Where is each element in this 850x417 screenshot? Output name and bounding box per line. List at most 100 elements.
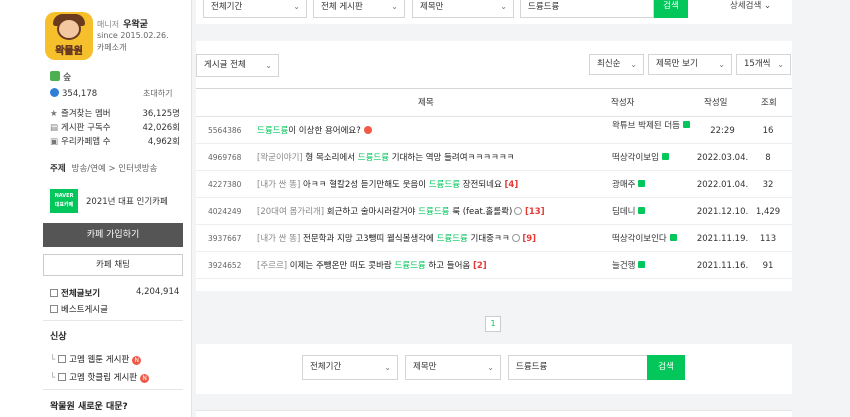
header-date: 작성일	[704, 98, 728, 108]
manager-name[interactable]: 우왁굳	[123, 20, 148, 30]
detail-search-link[interactable]: 상세검색 ⌄	[730, 0, 771, 18]
divider	[43, 389, 183, 390]
new-badge-icon: N	[132, 356, 142, 365]
invite-link[interactable]: 초대하기	[143, 88, 172, 99]
post-category: [20대여 몸가리개]	[257, 207, 325, 217]
best-board-link[interactable]: 베스트게시글	[50, 303, 108, 315]
theme-label: 주제	[50, 164, 66, 174]
post-views: 91	[762, 261, 774, 271]
member-level-icon	[638, 261, 646, 268]
author-name: 떡상각이보인다	[612, 234, 667, 244]
all-posts-link[interactable]: 전체글보기 4,204,914	[50, 287, 179, 299]
bottom-search-button[interactable]: 검색	[647, 355, 685, 380]
post-title[interactable]: [20대여 몸가리개] 회근하고 술마시러갈거야 드륭드륭 룩 (feat.홀롤…	[257, 199, 545, 225]
post-title-pre: 형 목소리에서	[302, 153, 358, 163]
next-section-edge	[196, 410, 792, 417]
post-title-rest: 이 이상한 용어에요?	[288, 126, 361, 136]
app-icon: ▣	[50, 137, 59, 147]
view-value: 제목만 보기	[656, 59, 698, 69]
post-highlight: 드륭드륭	[428, 180, 461, 190]
bottom-search-bar: 전체기간 ⌄ 제목만 ⌄ 드륭드륭 검색	[196, 344, 792, 394]
post-category: [주르르]	[257, 261, 288, 271]
view-select[interactable]: 제목만 보기 ⌄	[648, 54, 732, 75]
chevron-down-icon: ⌄	[391, 2, 398, 11]
comment-count[interactable]: [4]	[505, 180, 519, 190]
post-author[interactable]: 광매주	[612, 172, 646, 198]
fav-label: 즐겨찾는 멤버	[61, 109, 111, 119]
table-row[interactable]: 4227380 [내가 싼 똥] 아ㅋㅋ 혈칼2성 듣기만해도 웃음이 드륭드륭…	[196, 172, 792, 198]
cafe-intro-link[interactable]: 카페소개	[97, 42, 126, 53]
table-row[interactable]: 5564386 드륭드륭이 이상한 용어에요? 왁튜브 박제된 더듬 22:29…	[196, 118, 792, 144]
manager-label: 매니저	[97, 20, 120, 29]
app-stat: ▣ 우리카페앱 수 4,962회	[50, 135, 180, 147]
post-author[interactable]: 딤데니	[612, 199, 646, 225]
post-title-rest: 하고 들어옴	[425, 261, 471, 271]
tree-branch-icon: └	[50, 373, 56, 383]
post-filter-select[interactable]: 게시글 전체 ⌄	[196, 54, 279, 77]
header-views: 조회	[761, 98, 777, 108]
top-search-input[interactable]: 드륭드륭	[520, 0, 654, 18]
post-title-pre: 아ㅋㅋ 혈칼2성 듣기만해도 웃음이	[300, 180, 429, 190]
post-title[interactable]: [주르르] 이제는 주뺑온만 떠도 콧바람 드륭드륭 하고 들어옴 [2]	[257, 253, 487, 279]
table-row[interactable]: 4969768 [왁굳이야기] 형 목소리에서 드륭드륭 기대하는 역망 들려여…	[196, 145, 792, 171]
members-icon	[50, 88, 59, 97]
table-row[interactable]: 4024249 [20대여 몸가리개] 회근하고 술마시러갈거야 드륭드륭 룩 …	[196, 199, 792, 225]
page-1-link[interactable]: 1	[485, 316, 501, 332]
post-author[interactable]: 늘건행	[612, 253, 646, 279]
chevron-down-icon: ⌄	[384, 363, 391, 372]
board-select[interactable]: 전체 게시판 ⌄	[313, 0, 405, 18]
top-search-button[interactable]: 검색	[654, 0, 688, 18]
app-label: 우리카페앱 수	[61, 137, 111, 147]
per-page-select[interactable]: 15개씩 ⌄	[736, 54, 791, 75]
comment-count[interactable]: [13]	[525, 207, 545, 217]
post-author[interactable]: 떡상각이보임	[612, 145, 669, 171]
period-select[interactable]: 전체기간 ⌄	[203, 0, 307, 18]
post-views: 1,429	[755, 207, 781, 217]
post-number: 5564386	[208, 126, 242, 135]
author-name: 떡상각이보임	[612, 153, 659, 163]
scope-select[interactable]: 제목만 ⌄	[412, 0, 514, 18]
post-author[interactable]: 떡상각이보인다	[612, 226, 677, 252]
post-author[interactable]: 왁튜브 박제된 더듬	[612, 121, 692, 131]
join-cafe-button[interactable]: 카페 가입하기	[43, 223, 183, 247]
all-posts-label: 전체글보기	[61, 289, 101, 299]
period-value: 전체기간	[211, 2, 243, 12]
cafe-chat-button[interactable]: 카페 채팅	[43, 254, 183, 276]
badge-line2: 대표카페	[54, 202, 74, 208]
award-text: 2021년 대표 인기카페	[86, 197, 168, 207]
scope-value: 제목만	[420, 2, 444, 12]
naver-award-badge: NAVER 대표카페	[50, 189, 78, 213]
post-title[interactable]: [내가 싼 똥] 아ㅋㅋ 혈칼2성 듣기만해도 웃음이 드륭드륭 장전되네요 […	[257, 172, 518, 198]
cafe-logo[interactable]: 왁물원	[45, 12, 93, 60]
tree-icon	[50, 71, 60, 81]
post-title[interactable]: [왁굳이야기] 형 목소리에서 드륭드륭 기대하는 역망 들려여ㅋㅋㅋㅋㅋㅋ	[257, 145, 514, 171]
post-date: 2022.01.04.	[696, 180, 749, 190]
post-date: 2021.12.10.	[696, 207, 749, 217]
board-icon	[50, 289, 58, 297]
manager-info: 매니저 우왁굳	[97, 17, 148, 30]
bottom-period-select[interactable]: 전체기간 ⌄	[302, 355, 398, 380]
post-number: 4024249	[208, 207, 242, 216]
sort-select[interactable]: 최신순 ⌄	[589, 54, 644, 75]
since-date: since 2015.02.26.	[97, 31, 169, 40]
author-name: 광매주	[612, 180, 636, 190]
per-page-value: 15개씩	[744, 59, 771, 69]
post-highlight: 드륭드륭	[418, 207, 450, 217]
board-icon: ▤	[50, 123, 59, 133]
table-row[interactable]: 3937667 [내가 싼 똥] 전문학과 지망 고3뺑띠 웰식볼생각에 드륭드…	[196, 226, 792, 252]
bottom-scope-select[interactable]: 제목만 ⌄	[405, 355, 501, 380]
comment-count[interactable]: [9]	[522, 234, 536, 244]
bottom-search-input[interactable]: 드륭드륭	[508, 355, 648, 380]
post-title-rest: 기대중ㅋㅋ	[467, 234, 510, 244]
post-title[interactable]: [내가 싼 똥] 전문학과 지망 고3뺑띠 웰식볼생각에 드륭드륭 기대중ㅋㅋ …	[257, 226, 536, 252]
post-title[interactable]: 드륭드륭이 이상한 용어에요?	[257, 118, 372, 144]
comment-count[interactable]: [2]	[473, 261, 487, 271]
table-row[interactable]: 3924652 [주르르] 이제는 주뺑온만 떠도 콧바람 드륭드륭 하고 들어…	[196, 253, 792, 279]
new-board-item[interactable]: └ 고멤 웹툰 게시판 N	[50, 353, 142, 365]
sidebar: 왁물원 매니저 우왁굳 since 2015.02.26. 카페소개 숲 354,…	[0, 0, 192, 417]
theme-value[interactable]: 방송/연예 > 인터넷방송	[72, 164, 158, 174]
member-level-icon	[669, 234, 677, 241]
emoticon-icon	[511, 234, 520, 242]
new-board-item[interactable]: └ 고멤 핫클립 게시판 N	[50, 371, 150, 383]
sub-value: 42,026회	[142, 123, 180, 133]
